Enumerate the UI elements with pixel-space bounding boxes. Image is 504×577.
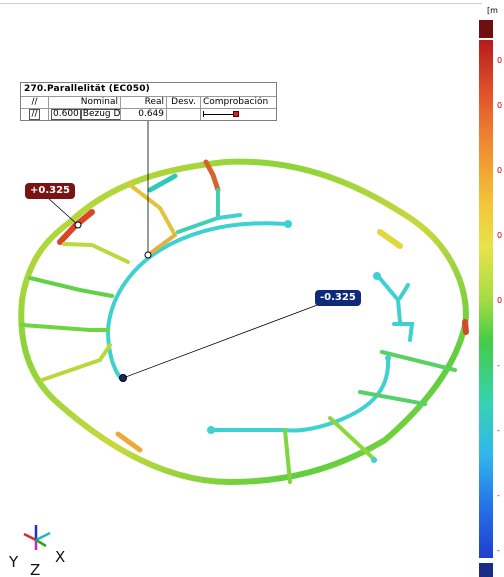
desv-value <box>167 109 201 120</box>
legend-tick-label: 0 <box>497 296 503 305</box>
nominal-value: 0.600 <box>51 109 81 120</box>
feature-title: 270.Parallelität (EC050) <box>21 83 276 97</box>
legend-tick-label: 0 <box>497 101 503 110</box>
header-nominal: Nominal <box>49 97 121 108</box>
row-symbol: // <box>29 109 40 120</box>
comprobacion-gauge <box>201 109 276 120</box>
header-real: Real <box>121 97 167 108</box>
legend-tick-label: - <box>497 491 500 500</box>
real-value: 0.649 <box>121 109 167 120</box>
datum-reference: Bezug D <box>80 109 121 120</box>
legend-overflow-low <box>479 563 493 577</box>
table-row[interactable]: // 0.600 Bezug D 0.649 <box>21 109 276 120</box>
color-legend-bar[interactable] <box>479 40 493 558</box>
header-comprobacion: Comprobación <box>203 97 269 107</box>
legend-tick-label: 0 <box>497 166 503 175</box>
axis-z-label: Z <box>30 561 40 577</box>
legend-unit-label: [m <box>487 6 498 15</box>
min-deviation-flag[interactable]: -0.325 <box>315 290 361 306</box>
legend-tick-label: 0 <box>497 56 503 65</box>
table-header-row: // Nominal Real Desv. Comprobación <box>21 97 276 109</box>
measure-point-real[interactable] <box>144 251 152 259</box>
max-deviation-flag[interactable]: +0.325 <box>25 183 76 199</box>
legend-tick-label: - <box>497 426 500 435</box>
header-symbol: // <box>21 97 49 108</box>
axes-triad-icon: Y Z X <box>8 525 65 577</box>
axis-y-label: Y <box>8 553 19 571</box>
parallelism-feature-table[interactable]: 270.Parallelität (EC050) // Nominal Real… <box>20 82 277 121</box>
header-desv: Desv. <box>167 97 201 108</box>
max-flag-leader <box>47 197 79 226</box>
legend-tick-label: 0 <box>497 231 503 240</box>
axis-x-label: X <box>55 548 65 566</box>
legend-tick-label: - <box>497 546 500 555</box>
connector-nodes <box>207 220 391 463</box>
tolerance-gauge-icon <box>203 111 239 117</box>
max-deviation-point[interactable] <box>74 221 82 229</box>
min-deviation-point[interactable] <box>119 374 127 382</box>
legend-overflow-high <box>479 20 493 38</box>
min-flag-leader <box>122 303 321 379</box>
legend-tick-label: - <box>497 361 500 370</box>
